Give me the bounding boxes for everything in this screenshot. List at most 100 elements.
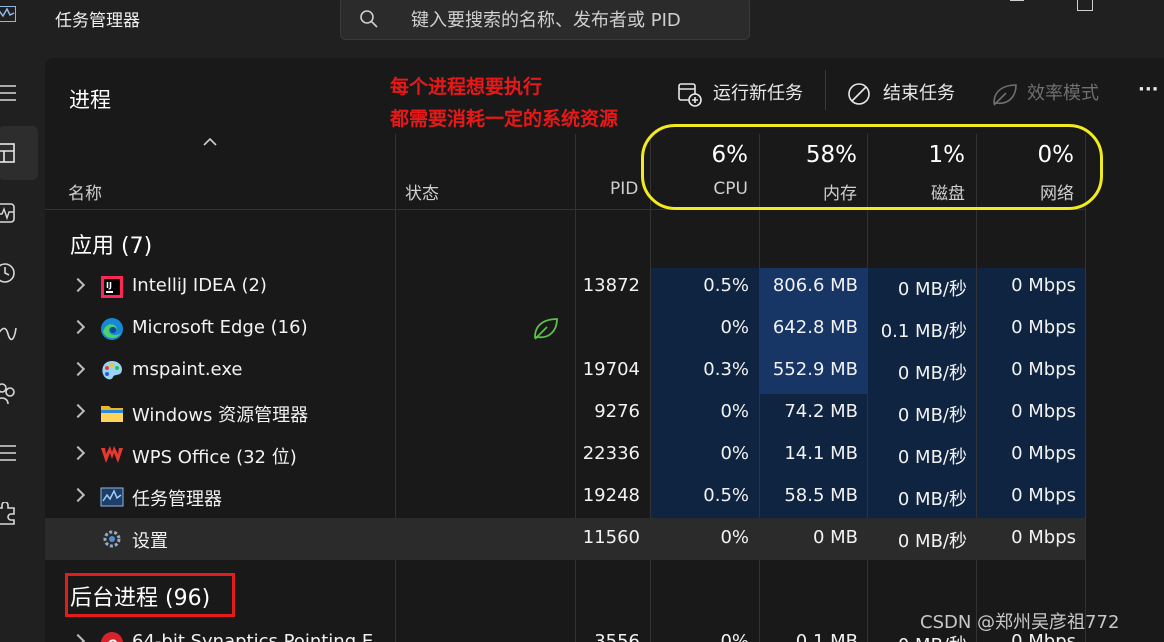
task-manager-app-icon bbox=[0, 6, 16, 22]
search-input[interactable]: 键入要搜索的名称、发布者或 PID bbox=[411, 6, 681, 32]
process-disk: 0 MB/秒 bbox=[897, 489, 967, 510]
efficiency-mode-label: 效率模式 bbox=[1027, 83, 1099, 104]
microsoft-edge-icon bbox=[101, 318, 123, 340]
maximize-button[interactable] bbox=[1077, 0, 1093, 11]
performance-icon bbox=[0, 203, 15, 223]
app-title: 任务管理器 bbox=[55, 11, 140, 31]
hamburger-menu-button[interactable] bbox=[0, 80, 24, 108]
sidebar-item-processes[interactable] bbox=[0, 126, 38, 180]
process-disk: 0 MB/秒 bbox=[897, 279, 967, 300]
process-memory: 806.6 MB bbox=[772, 275, 858, 296]
efficiency-mode-leaf-icon bbox=[534, 318, 558, 340]
processes-icon bbox=[0, 143, 15, 163]
process-memory: 14.1 MB bbox=[784, 443, 858, 464]
search-icon bbox=[360, 10, 378, 28]
services-puzzle-icon bbox=[0, 502, 15, 525]
annotation-line-2: 都需要消耗一定的系统资源 bbox=[390, 108, 619, 130]
intellij-idea-icon: IJ bbox=[101, 276, 123, 298]
process-network: 0 Mbps bbox=[1011, 359, 1076, 380]
column-header-pid[interactable]: PID bbox=[610, 179, 638, 199]
process-disk: 0 MB/秒 bbox=[897, 363, 967, 384]
end-task-icon bbox=[848, 83, 870, 105]
table-row[interactable]: 任务管理器 19248 0.5% 58.5 MB 0 MB/秒 0 Mbps bbox=[45, 476, 1085, 518]
process-network: 0 Mbps bbox=[1011, 275, 1076, 296]
sidebar-item-users[interactable] bbox=[0, 380, 24, 408]
process-name: 64-bit Synaptics Pointing E bbox=[132, 631, 374, 642]
process-name: 设置 bbox=[132, 531, 168, 552]
table-row[interactable]: Microsoft Edge (16) 0% 642.8 MB 0.1 MB/秒… bbox=[45, 308, 1085, 350]
process-pid: 13872 bbox=[582, 275, 640, 296]
column-separator bbox=[1085, 134, 1086, 642]
process-memory: 552.9 MB bbox=[772, 359, 858, 380]
sidebar-item-services[interactable] bbox=[0, 500, 24, 528]
sidebar-item-startup[interactable] bbox=[0, 320, 24, 348]
table-row[interactable]: IJ IntelliJ IDEA (2) 13872 0.5% 806.6 MB… bbox=[45, 266, 1085, 308]
process-network: 0 Mbps bbox=[1011, 401, 1076, 422]
annotation-line-1: 每个进程想要执行 bbox=[390, 76, 543, 98]
startup-icon bbox=[0, 327, 17, 341]
more-options-button[interactable]: ··· bbox=[1138, 76, 1159, 104]
process-network: 0 Mbps bbox=[1011, 317, 1076, 338]
expand-chevron-icon[interactable] bbox=[70, 277, 86, 293]
users-icon bbox=[0, 383, 15, 405]
process-name: mspaint.exe bbox=[132, 359, 243, 380]
process-cpu: 0.5% bbox=[703, 275, 749, 296]
table-row[interactable]: 设置 11560 0% 0 MB 0 MB/秒 0 Mbps bbox=[45, 518, 1085, 560]
search-box[interactable]: 键入要搜索的名称、发布者或 PID bbox=[340, 0, 750, 40]
process-disk: 0 MB/秒 bbox=[897, 447, 967, 468]
process-pid: 3556 bbox=[594, 631, 640, 642]
process-disk: 0.1 MB/秒 bbox=[880, 321, 967, 342]
process-pid: 22336 bbox=[582, 443, 640, 464]
column-header-status[interactable]: 状态 bbox=[405, 179, 439, 204]
process-name: 任务管理器 bbox=[132, 489, 222, 510]
process-cpu: 0% bbox=[720, 527, 749, 548]
process-cpu: 0.3% bbox=[703, 359, 749, 380]
run-task-icon bbox=[678, 83, 702, 107]
wps-office-icon bbox=[101, 446, 123, 463]
process-memory: 642.8 MB bbox=[772, 317, 858, 338]
process-name: Microsoft Edge (16) bbox=[132, 317, 308, 338]
process-network: 0 Mbps bbox=[1011, 527, 1076, 548]
process-pid: 11560 bbox=[582, 527, 640, 548]
toolbar-separator bbox=[825, 70, 826, 110]
expand-chevron-icon[interactable] bbox=[70, 319, 86, 335]
column-header-name[interactable]: 名称 bbox=[68, 179, 102, 204]
yellow-annotation-ring bbox=[641, 124, 1103, 210]
process-network: 0 Mbps bbox=[1011, 443, 1076, 464]
sidebar bbox=[0, 42, 45, 642]
process-memory: 74.2 MB bbox=[784, 401, 858, 422]
minimize-button[interactable] bbox=[1010, 0, 1024, 1]
process-memory: 0 MB bbox=[812, 527, 858, 548]
sidebar-item-performance[interactable] bbox=[0, 200, 24, 228]
group-header-apps: 应用 (7) bbox=[70, 234, 153, 259]
process-cpu: 0% bbox=[720, 401, 749, 422]
expand-chevron-icon[interactable] bbox=[70, 403, 86, 419]
menu-icon bbox=[0, 85, 16, 101]
process-pid: 19248 bbox=[582, 485, 640, 506]
process-cpu: 0% bbox=[720, 317, 749, 338]
expand-chevron-icon[interactable] bbox=[70, 361, 86, 377]
process-cpu: 0% bbox=[720, 443, 749, 464]
sidebar-item-details[interactable] bbox=[0, 440, 24, 468]
expand-chevron-icon[interactable] bbox=[70, 445, 86, 461]
process-cpu: 0.5% bbox=[703, 485, 749, 506]
details-list-icon bbox=[0, 445, 16, 461]
table-row[interactable]: WPS Office (32 位) 22336 0% 14.1 MB 0 MB/… bbox=[45, 434, 1085, 476]
table-row[interactable]: mspaint.exe 19704 0.3% 552.9 MB 0 MB/秒 0… bbox=[45, 350, 1085, 392]
process-memory: 0.1 MB bbox=[795, 631, 858, 642]
red-annotation-box bbox=[65, 573, 235, 617]
settings-gear-icon bbox=[103, 530, 121, 548]
process-disk: 0 MB/秒 bbox=[897, 531, 967, 552]
process-name: IntelliJ IDEA (2) bbox=[132, 275, 267, 296]
sidebar-item-app-history[interactable] bbox=[0, 260, 24, 288]
expand-chevron-icon[interactable] bbox=[70, 487, 86, 503]
processes-panel: 进程 每个进程想要执行 都需要消耗一定的系统资源 运行新任务 结束任务 效率模式… bbox=[45, 58, 1164, 642]
process-name: Windows 资源管理器 bbox=[132, 405, 309, 426]
task-manager-icon bbox=[100, 487, 124, 507]
process-disk: 0 MB/秒 bbox=[897, 405, 967, 426]
process-pid: 9276 bbox=[594, 401, 640, 422]
paint-palette-icon bbox=[102, 361, 122, 380]
expand-chevron-icon[interactable] bbox=[70, 633, 86, 642]
table-row[interactable]: Windows 资源管理器 9276 0% 74.2 MB 0 MB/秒 0 M… bbox=[45, 392, 1085, 434]
page-title: 进程 bbox=[69, 88, 111, 112]
